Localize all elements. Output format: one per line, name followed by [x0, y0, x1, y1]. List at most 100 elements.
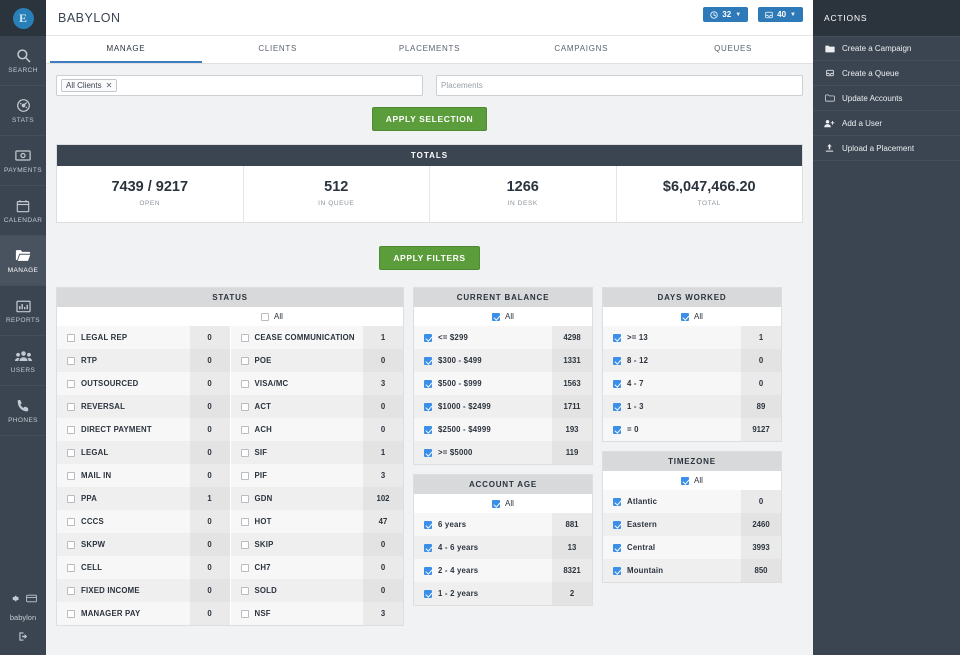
- filter-checkbox[interactable]: [424, 425, 432, 434]
- filter-row[interactable]: $1000 - $2499 1711: [414, 395, 592, 418]
- filter-row[interactable]: Mountain 850: [603, 559, 781, 582]
- filter-checkbox[interactable]: [240, 563, 249, 572]
- filter-checkbox[interactable]: [613, 497, 621, 506]
- filter-checkbox[interactable]: [67, 563, 75, 572]
- sidebar-item-search[interactable]: SEARCH: [0, 36, 46, 86]
- filter-checkbox[interactable]: [240, 609, 249, 618]
- close-icon[interactable]: ✕: [106, 81, 113, 90]
- panel-status-all-checkbox[interactable]: [261, 312, 270, 321]
- filter-checkbox[interactable]: [240, 494, 249, 503]
- filter-row[interactable]: <= $299 4298: [414, 326, 592, 349]
- card-icon[interactable]: [25, 590, 37, 608]
- sidebar-item-users[interactable]: USERS: [0, 336, 46, 386]
- filter-checkbox[interactable]: [613, 520, 621, 529]
- panel-account-age-all-row[interactable]: All: [414, 494, 592, 513]
- panel-current-balance-all-row[interactable]: All: [414, 307, 592, 326]
- filter-row[interactable]: >= $5000 119: [414, 441, 592, 464]
- panel-timezone-all-checkbox[interactable]: [681, 476, 690, 485]
- filter-checkbox[interactable]: [67, 609, 75, 618]
- filter-row[interactable]: VISA/MC 3: [230, 372, 403, 395]
- filter-row[interactable]: DIRECT PAYMENT 0: [57, 418, 230, 441]
- filter-checkbox[interactable]: [67, 586, 75, 595]
- filter-checkbox[interactable]: [240, 540, 249, 549]
- filter-checkbox[interactable]: [67, 494, 75, 503]
- filter-checkbox[interactable]: [424, 402, 432, 411]
- filter-row[interactable]: LEGAL 0: [57, 441, 230, 464]
- filter-row[interactable]: HOT 47: [230, 510, 403, 533]
- panel-days-worked-all-row[interactable]: All: [603, 307, 781, 326]
- filter-checkbox[interactable]: [424, 589, 432, 598]
- filter-row[interactable]: 4 - 6 years 13: [414, 536, 592, 559]
- panel-current-balance-all-checkbox[interactable]: [492, 312, 501, 321]
- action-item-add-a-user[interactable]: Add a User: [813, 111, 960, 136]
- filter-row[interactable]: POE 0: [230, 349, 403, 372]
- apply-filters-button[interactable]: APPLY FILTERS: [379, 246, 480, 270]
- filter-row[interactable]: SKPW 0: [57, 533, 230, 556]
- panel-days-worked-all-checkbox[interactable]: [681, 312, 690, 321]
- filter-row[interactable]: $300 - $499 1331: [414, 349, 592, 372]
- filter-row[interactable]: SKIP 0: [230, 533, 403, 556]
- clients-input[interactable]: All Clients ✕: [56, 75, 423, 96]
- filter-row[interactable]: ACT 0: [230, 395, 403, 418]
- placements-input[interactable]: Placements: [436, 75, 803, 96]
- filter-checkbox[interactable]: [67, 517, 75, 526]
- filter-checkbox[interactable]: [424, 379, 432, 388]
- filter-row[interactable]: REVERSAL 0: [57, 395, 230, 418]
- filter-row[interactable]: MANAGER PAY 0: [57, 602, 230, 625]
- gear-icon[interactable]: [10, 590, 19, 608]
- filter-row[interactable]: Eastern 2460: [603, 513, 781, 536]
- filter-checkbox[interactable]: [240, 471, 249, 480]
- filter-checkbox[interactable]: [240, 425, 249, 434]
- filter-checkbox[interactable]: [613, 356, 621, 365]
- filter-checkbox[interactable]: [424, 333, 432, 342]
- filter-row[interactable]: Central 3993: [603, 536, 781, 559]
- filter-row[interactable]: NSF 3: [230, 602, 403, 625]
- filter-checkbox[interactable]: [424, 356, 432, 365]
- filter-checkbox[interactable]: [240, 356, 249, 365]
- filter-row[interactable]: GDN 102: [230, 487, 403, 510]
- filter-row[interactable]: CH7 0: [230, 556, 403, 579]
- filter-row[interactable]: >= 13 1: [603, 326, 781, 349]
- filter-row[interactable]: FIXED INCOME 0: [57, 579, 230, 602]
- filter-row[interactable]: CELL 0: [57, 556, 230, 579]
- filter-row[interactable]: CEASE COMMUNICATION 1: [230, 326, 403, 349]
- tab-queues[interactable]: QUEUES: [657, 36, 809, 63]
- filter-checkbox[interactable]: [240, 586, 249, 595]
- filter-row[interactable]: SOLD 0: [230, 579, 403, 602]
- filter-row[interactable]: RTP 0: [57, 349, 230, 372]
- filter-checkbox[interactable]: [67, 402, 75, 411]
- header-badge-clock[interactable]: 32 ▼: [703, 7, 749, 22]
- filter-row[interactable]: PPA 1: [57, 487, 230, 510]
- action-item-create-a-queue[interactable]: Create a Queue: [813, 61, 960, 86]
- panel-status-all-row[interactable]: All: [57, 307, 403, 326]
- filter-row[interactable]: MAIL IN 0: [57, 464, 230, 487]
- filter-checkbox[interactable]: [424, 520, 432, 529]
- filter-checkbox[interactable]: [240, 379, 249, 388]
- sidebar-item-payments[interactable]: PAYMENTS: [0, 136, 46, 186]
- filter-row[interactable]: $2500 - $4999 193: [414, 418, 592, 441]
- panel-account-age-all-checkbox[interactable]: [492, 499, 501, 508]
- filter-row[interactable]: SIF 1: [230, 441, 403, 464]
- app-logo[interactable]: E: [0, 0, 46, 36]
- filter-row[interactable]: 6 years 881: [414, 513, 592, 536]
- action-item-create-a-campaign[interactable]: Create a Campaign: [813, 36, 960, 61]
- tab-manage[interactable]: MANAGE: [50, 36, 202, 63]
- filter-checkbox[interactable]: [613, 333, 621, 342]
- filter-row[interactable]: Atlantic 0: [603, 490, 781, 513]
- filter-row[interactable]: LEGAL REP 0: [57, 326, 230, 349]
- tab-clients[interactable]: CLIENTS: [202, 36, 354, 63]
- sidebar-item-calendar[interactable]: CALENDAR: [0, 186, 46, 236]
- filter-checkbox[interactable]: [613, 425, 621, 434]
- filter-checkbox[interactable]: [67, 356, 75, 365]
- tab-placements[interactable]: PLACEMENTS: [354, 36, 506, 63]
- filter-checkbox[interactable]: [613, 566, 621, 575]
- filter-row[interactable]: ACH 0: [230, 418, 403, 441]
- filter-checkbox[interactable]: [240, 448, 249, 457]
- header-badge-inbox[interactable]: 40 ▼: [758, 7, 803, 22]
- apply-selection-button[interactable]: APPLY SELECTION: [371, 107, 488, 131]
- filter-row[interactable]: 2 - 4 years 8321: [414, 559, 592, 582]
- panel-timezone-all-row[interactable]: All: [603, 471, 781, 490]
- filter-checkbox[interactable]: [67, 448, 75, 457]
- filter-checkbox[interactable]: [67, 379, 75, 388]
- logout-icon[interactable]: [18, 629, 29, 647]
